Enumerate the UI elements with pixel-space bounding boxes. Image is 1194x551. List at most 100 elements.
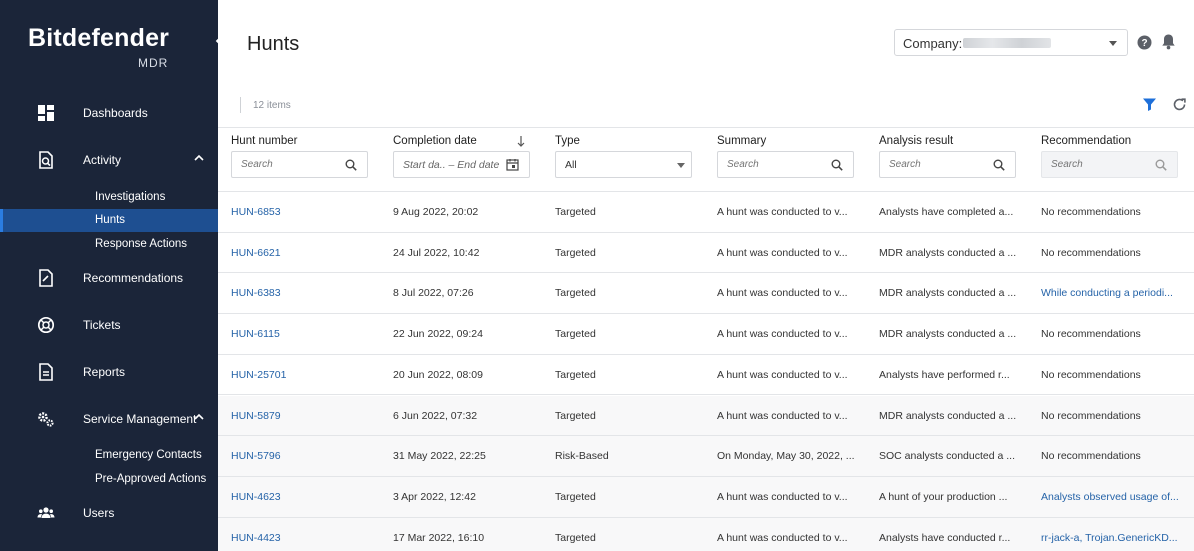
- completion-date-cell: 9 Aug 2022, 20:02: [393, 206, 479, 218]
- hunt-number-filter[interactable]: [231, 151, 368, 178]
- type-cell: Targeted: [555, 328, 596, 341]
- hunt-number-cell[interactable]: HUN-5879: [231, 410, 281, 422]
- chevron-up-icon[interactable]: [193, 411, 205, 423]
- analysis-result-cell: Analysts have completed a...: [879, 206, 1014, 218]
- column-header-recommendation[interactable]: Recommendation: [1041, 135, 1131, 147]
- summary-filter[interactable]: [717, 151, 854, 178]
- search-icon: [1155, 159, 1167, 171]
- completion-date-cell: 3 Apr 2022, 12:42: [393, 490, 476, 503]
- calendar-icon[interactable]: [506, 158, 519, 171]
- refresh-icon[interactable]: [1172, 97, 1187, 112]
- hunt-number-cell[interactable]: HUN-5796: [231, 450, 281, 462]
- hunt-number-cell[interactable]: HUN-6383: [231, 287, 281, 299]
- recommendation-cell: No recommendations: [1041, 409, 1141, 422]
- recommendation-cell: No recommendations: [1041, 368, 1141, 381]
- search-icon: [993, 159, 1005, 171]
- sidebar-item-dashboards[interactable]: Dashboards: [0, 98, 218, 128]
- column-header-type[interactable]: Type: [555, 135, 580, 147]
- summary-cell: A hunt was conducted to v...: [717, 287, 848, 300]
- sidebar-item-users[interactable]: Users: [0, 498, 218, 528]
- sidebar-subitem-label: Investigations: [95, 191, 166, 203]
- table-row[interactable]: HUN-5796 31 May 2022, 22:25 Risk-Based On M…: [218, 436, 1194, 477]
- main-content: Hunts Company: K ? 12 items Hunt number …: [218, 0, 1194, 551]
- recommendation-cell[interactable]: Analysts observed usage of...: [1041, 491, 1179, 503]
- hunt-number-cell[interactable]: HUN-6853: [231, 206, 281, 218]
- hunt-number-cell[interactable]: HUN-4623: [231, 491, 281, 503]
- column-header-completion-date[interactable]: Completion date: [393, 135, 477, 147]
- date-range-placeholder: Start da.. – End date: [403, 159, 500, 171]
- search-icon: [345, 159, 357, 171]
- summary-cell: On Monday, May 30, 2022, ...: [717, 450, 855, 463]
- analysis-result-cell: Analysts have performed r...: [879, 368, 1010, 381]
- divider: [218, 127, 1194, 128]
- column-header-summary[interactable]: Summary: [717, 135, 766, 147]
- sidebar-item-service-management[interactable]: Service Management: [0, 404, 218, 434]
- hunt-number-cell[interactable]: HUN-25701: [231, 369, 286, 381]
- page-title: Hunts: [247, 33, 300, 55]
- type-cell: Targeted: [555, 368, 596, 381]
- recommendation-cell[interactable]: While conducting a periodi...: [1041, 287, 1173, 299]
- recommendation-cell[interactable]: rr-jack-a, Trojan.GenericKD...: [1041, 532, 1178, 544]
- chevron-up-icon[interactable]: [193, 152, 205, 164]
- table-row[interactable]: HUN-6853 9 Aug 2022, 20:02 Targeted A hunt …: [218, 192, 1194, 233]
- recommendations-icon: [39, 269, 53, 287]
- brand-product: MDR: [138, 56, 169, 70]
- hunt-number-cell[interactable]: HUN-4423: [231, 532, 281, 544]
- analysis-result-cell: MDR analysts conducted a ...: [879, 328, 1017, 341]
- type-cell: Targeted: [555, 287, 596, 300]
- table-row[interactable]: HUN-6383 8 Jul 2022, 07:26 Targeted A hunt …: [218, 273, 1194, 315]
- svg-text:?: ?: [1141, 38, 1147, 49]
- sidebar-item-recommendations[interactable]: Recommendations: [0, 263, 218, 293]
- help-icon[interactable]: ?: [1137, 35, 1152, 50]
- sidebar-item-reports[interactable]: Reports: [0, 357, 218, 387]
- summary-cell: A hunt was conducted to v...: [717, 368, 848, 381]
- sidebar-item-tickets[interactable]: Tickets: [0, 310, 218, 340]
- completion-date-cell: 17 Mar 2022, 16:10: [393, 531, 485, 544]
- table-row[interactable]: HUN-4623 3 Apr 2022, 12:42 Targeted A hunt …: [218, 476, 1194, 518]
- table-row[interactable]: HUN-6621 24 Jul 2022, 10:42 Targeted A hunt…: [218, 233, 1194, 274]
- analysis-result-filter[interactable]: [879, 151, 1016, 178]
- hunt-number-cell[interactable]: HUN-6115: [231, 328, 280, 340]
- dashboard-icon: [38, 105, 54, 121]
- bell-icon[interactable]: [1161, 33, 1176, 50]
- recommendation-cell: No recommendations: [1041, 206, 1141, 218]
- analysis-result-cell: SOC analysts conducted a ...: [879, 450, 1015, 463]
- company-select[interactable]: Company: K: [894, 29, 1128, 56]
- sidebar-item-activity[interactable]: Activity: [0, 145, 218, 175]
- recommendation-cell: No recommendations: [1041, 246, 1141, 259]
- sidebar-item-label: Service Management: [83, 412, 197, 426]
- summary-cell: A hunt was conducted to v...: [717, 409, 848, 422]
- completion-date-filter[interactable]: Start da.. – End date: [393, 151, 530, 178]
- table-row[interactable]: HUN-4423 17 Mar 2022, 16:10 Targeted A hunt…: [218, 517, 1194, 551]
- summary-cell: A hunt was conducted to v...: [717, 531, 848, 544]
- sidebar-subitem-response-actions[interactable]: Response Actions: [0, 233, 218, 256]
- sidebar-subitem-hunts[interactable]: Hunts: [0, 209, 218, 232]
- recommendation-cell: No recommendations: [1041, 328, 1141, 341]
- sidebar-item-label: Users: [83, 506, 115, 520]
- type-cell: Risk-Based: [555, 450, 609, 463]
- summary-cell: A hunt was conducted to v...: [717, 490, 848, 503]
- column-header-hunt-number[interactable]: Hunt number: [231, 135, 297, 147]
- summary-cell: A hunt was conducted to v...: [717, 246, 848, 259]
- analysis-result-cell: MDR analysts conducted a ...: [879, 409, 1017, 422]
- activity-icon: [39, 151, 53, 169]
- recommendation-cell: No recommendations: [1041, 450, 1141, 463]
- divider: [240, 97, 241, 113]
- completion-date-cell: 24 Jul 2022, 10:42: [393, 246, 480, 259]
- hunt-number-cell[interactable]: HUN-6621: [231, 247, 281, 259]
- table-row[interactable]: HUN-6115 22 Jun 2022, 09:24 Targeted A hunt…: [218, 314, 1194, 355]
- sort-desc-icon[interactable]: [516, 135, 526, 148]
- column-header-analysis-result[interactable]: Analysis result: [879, 135, 953, 147]
- filter-icon[interactable]: [1142, 97, 1157, 112]
- sidebar-subitem-emergency-contacts[interactable]: Emergency Contacts: [0, 444, 218, 467]
- type-filter-select[interactable]: All: [555, 151, 692, 178]
- sidebar-subitem-investigations[interactable]: Investigations: [0, 186, 218, 209]
- gears-icon: [38, 412, 54, 427]
- app-root: Bitdefender MDR Dashboards Activity Inve…: [0, 0, 1194, 551]
- report-icon: [39, 363, 53, 381]
- type-cell: Targeted: [555, 409, 596, 422]
- table-row[interactable]: HUN-25701 20 Jun 2022, 08:09 Targeted A hun…: [218, 355, 1194, 396]
- table-row[interactable]: HUN-5879 6 Jun 2022, 07:32 Targeted A hunt …: [218, 395, 1194, 437]
- sidebar-subitem-pre-approved-actions[interactable]: Pre-Approved Actions: [0, 468, 218, 491]
- completion-date-cell: 22 Jun 2022, 09:24: [393, 328, 483, 341]
